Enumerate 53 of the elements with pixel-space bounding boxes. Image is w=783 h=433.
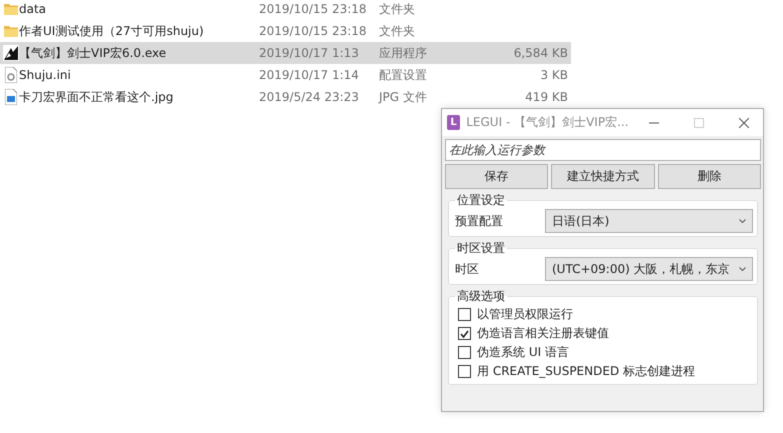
check-icon (460, 330, 469, 338)
file-size: 3 KB (539, 68, 568, 82)
image-file-icon (4, 89, 16, 105)
file-name: Shuju.ini (19, 68, 72, 82)
chevron-icon (739, 219, 746, 223)
dropdown[interactable]: (UTC+09:00) 大阪，札幌，东京 (545, 257, 753, 281)
close-icon[interactable] (738, 118, 749, 128)
action-button[interactable]: 删除 (658, 164, 761, 189)
file-row[interactable]: 作者UI测试使用（27寸可用shuju) 2019/10/15 23:18 文件夹 (0, 20, 571, 42)
file-size: 6,584 KB (512, 46, 568, 60)
file-row[interactable]: Shuju.ini 2019/10/17 1:14 配置设置 3 KB (0, 64, 571, 86)
checkbox-label: 以管理员权限运行 (477, 306, 573, 323)
checkbox-label: 伪造系统 UI 语言 (477, 344, 569, 361)
file-type: 文件夹 (379, 22, 416, 40)
app-icon (2, 45, 18, 61)
action-button[interactable]: 建立快捷方式 (551, 164, 655, 189)
modified-date: 2019/10/17 1:13 (259, 46, 360, 60)
arguments-field[interactable]: 在此输入运行参数 (445, 139, 761, 161)
checkbox[interactable] (458, 346, 471, 359)
modified-date: 2019/5/24 23:23 (259, 90, 360, 104)
modified-date: 2019/10/17 1:14 (259, 68, 360, 82)
group-title: 时区设置 (456, 240, 506, 257)
folder-icon (4, 3, 18, 15)
file-type: 应用程序 (379, 44, 428, 62)
file-type: JPG 文件 (379, 88, 428, 106)
group-title: 位置设定 (456, 192, 506, 209)
file-row[interactable]: 【气剑】剑士VIP宏6.0.exe 2019/10/17 1:13 应用程序 6,584 KB (0, 42, 571, 64)
file-row[interactable]: 卡刀宏界面不正常看这个.jpg 2019/5/24 23:23 JPG 文件 419 KB (0, 86, 571, 108)
folder-icon (4, 25, 18, 37)
checkbox[interactable] (458, 327, 471, 340)
field-label: 预置配置 (455, 212, 503, 230)
window-title: LEGUI - 【气剑】剑士VIP宏... (466, 114, 629, 131)
modified-date: 2019/10/15 23:18 (259, 24, 368, 38)
file-name: 【气剑】剑士VIP宏6.0.exe (19, 44, 168, 62)
checkbox[interactable] (458, 365, 471, 378)
file-size: 419 KB (524, 90, 568, 104)
file-type: 配置设置 (379, 66, 428, 84)
file-name: data (19, 2, 48, 16)
dropdown[interactable]: 日语(日本) (545, 209, 753, 233)
action-button[interactable]: 保存 (445, 164, 548, 189)
file-type: 文件夹 (379, 0, 416, 18)
checkbox-label: 用 CREATE_SUSPENDED 标志创建进程 (477, 363, 695, 380)
file-name: 卡刀宏界面不正常看这个.jpg (19, 88, 174, 106)
file-name: 作者UI测试使用（27寸可用shuju) (19, 22, 205, 40)
field-label: 时区 (455, 260, 479, 278)
chevron-icon (739, 267, 746, 271)
checkbox-label: 伪造语言相关注册表键值 (477, 325, 609, 342)
settings-file-icon (4, 67, 16, 83)
checkbox[interactable] (458, 308, 471, 321)
modified-date: 2019/10/15 23:18 (259, 2, 368, 16)
file-row[interactable]: data 2019/10/15 23:18 文件夹 (0, 0, 571, 20)
app-logo: L (447, 115, 460, 130)
group-title: 高级选项 (456, 288, 506, 305)
